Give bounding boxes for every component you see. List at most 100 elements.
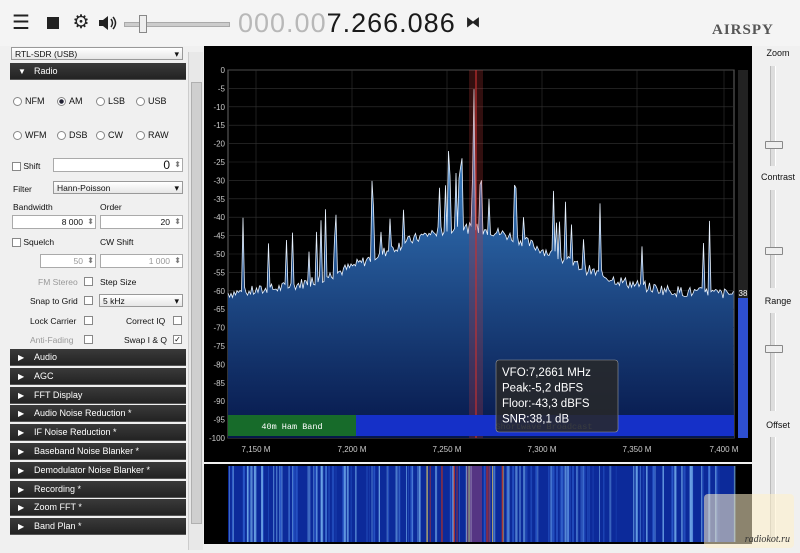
center-frequency-icon[interactable]: ⧓ bbox=[462, 12, 484, 34]
section-header-6[interactable]: ▶ Demodulator Noise Blanker * bbox=[10, 461, 186, 479]
mode-raw[interactable]: RAW bbox=[136, 130, 169, 141]
section-header-8[interactable]: ▶ Zoom FFT * bbox=[10, 499, 186, 517]
frequency-leading-digits: 000.00 bbox=[238, 8, 327, 38]
section-header-2[interactable]: ▶ FFT Display bbox=[10, 386, 186, 404]
y-tick-label: -30 bbox=[213, 176, 225, 185]
waterfall-signal-line bbox=[609, 466, 612, 542]
x-tick-label: 7,350 M bbox=[623, 445, 652, 454]
mode-usb[interactable]: USB bbox=[136, 96, 167, 107]
volume-slider[interactable] bbox=[124, 15, 230, 33]
section-header-label: IF Noise Reduction * bbox=[34, 427, 117, 438]
waterfall-signal-line bbox=[378, 466, 380, 542]
swap-iq-checkbox[interactable]: ✓ bbox=[173, 335, 182, 344]
filter-select[interactable]: Hann-Poisson bbox=[53, 181, 183, 195]
waterfall-signal-line bbox=[250, 466, 253, 542]
waterfall-signal-line bbox=[388, 466, 390, 542]
section-header-5[interactable]: ▶ Baseband Noise Blanker * bbox=[10, 443, 186, 460]
spectrum-analyzer[interactable]: 0 -5 -10 -15 -20 -25 -30 -35 -40 -45 -50 -55 -60 -65 -… bbox=[204, 46, 752, 462]
anti-fading-checkbox[interactable] bbox=[84, 335, 93, 344]
step-size-select[interactable]: 5 kHz bbox=[99, 294, 183, 308]
mode-wfm[interactable]: WFM bbox=[13, 130, 47, 141]
section-header-0[interactable]: ▶ Audio bbox=[10, 349, 186, 366]
waterfall-signal-line bbox=[519, 466, 521, 542]
contrast-label: Contrast bbox=[760, 172, 795, 182]
waterfall-signal-line bbox=[410, 466, 412, 542]
section-header-3[interactable]: ▶ Audio Noise Reduction * bbox=[10, 405, 186, 423]
section-header-label: Audio Noise Reduction * bbox=[34, 408, 132, 419]
radio-section-header[interactable]: ▼ Radio bbox=[10, 63, 186, 80]
x-tick-label: 7,250 M bbox=[433, 445, 462, 454]
waterfall-signal-line bbox=[429, 466, 431, 542]
waterfall-signal-line bbox=[426, 466, 428, 542]
waterfall-signal-line bbox=[368, 466, 370, 542]
order-input[interactable]: 20 bbox=[100, 215, 183, 229]
gear-icon[interactable]: ⚙ bbox=[70, 12, 92, 34]
airspy-logo: AIRSPY bbox=[712, 22, 774, 38]
shift-checkbox[interactable]: Shift bbox=[12, 161, 40, 171]
mode-am[interactable]: AM bbox=[57, 96, 83, 107]
shift-input[interactable]: 0 bbox=[53, 158, 183, 172]
waterfall-signal-line bbox=[229, 466, 230, 542]
mode-nfm[interactable]: NFM bbox=[13, 96, 45, 107]
waterfall-svg bbox=[228, 466, 736, 542]
mode-cw[interactable]: CW bbox=[96, 130, 123, 141]
waterfall-signal-line bbox=[328, 466, 330, 542]
squelch-checkbox[interactable]: Squelch bbox=[12, 237, 54, 247]
waterfall-signal-line bbox=[435, 466, 438, 542]
section-header-9[interactable]: ▶ Band Plan * bbox=[10, 518, 186, 536]
waterfall-signal-line bbox=[483, 466, 486, 542]
waterfall-signal-line bbox=[530, 466, 533, 542]
bandwidth-input[interactable]: 8 000 bbox=[12, 215, 96, 229]
panel-scrollbar[interactable] bbox=[188, 52, 203, 550]
waterfall-signal-line bbox=[296, 466, 298, 542]
zoom-slider[interactable] bbox=[770, 66, 776, 166]
cw-shift-input[interactable]: 1 000 bbox=[100, 254, 183, 268]
waterfall-signal-line bbox=[576, 466, 579, 542]
stop-icon[interactable] bbox=[42, 12, 64, 34]
speaker-icon[interactable] bbox=[96, 12, 118, 34]
range-slider[interactable] bbox=[770, 313, 776, 411]
fm-stereo-checkbox[interactable] bbox=[84, 277, 93, 286]
frequency-display[interactable]: 000.007.266.086 bbox=[238, 8, 456, 39]
range-thumb[interactable] bbox=[765, 345, 783, 353]
y-tick-label: -5 bbox=[218, 84, 226, 93]
section-header-4[interactable]: ▶ IF Noise Reduction * bbox=[10, 424, 186, 442]
y-tick-label: -15 bbox=[213, 121, 225, 130]
waterfall-signal-line bbox=[683, 466, 686, 542]
spectrum-svg: 0 -5 -10 -15 -20 -25 -30 -35 -40 -45 -50 -55 -60 -65 -… bbox=[209, 66, 748, 454]
volume-thumb[interactable] bbox=[139, 15, 147, 33]
waterfall-signal-line bbox=[572, 466, 574, 542]
info-snr: SNR:38,1 dB bbox=[502, 414, 569, 426]
correct-iq-checkbox[interactable] bbox=[173, 316, 182, 325]
section-header-label: Baseband Noise Blanker * bbox=[34, 446, 140, 456]
waterfall-display[interactable] bbox=[204, 464, 752, 544]
waterfall-signal-line bbox=[535, 466, 538, 542]
section-header-label: Audio bbox=[34, 352, 58, 362]
info-floor: Floor:-43,3 dBFS bbox=[502, 398, 590, 410]
mode-dsb[interactable]: DSB bbox=[57, 130, 88, 141]
waterfall-signal-line bbox=[603, 466, 605, 542]
expand-arrow-icon: ▶ bbox=[18, 503, 25, 513]
order-label: Order bbox=[100, 202, 122, 212]
x-tick-label: 7,200 M bbox=[338, 445, 367, 454]
contrast-slider[interactable] bbox=[770, 190, 776, 288]
waterfall-signal-line bbox=[515, 466, 518, 542]
contrast-thumb[interactable] bbox=[765, 247, 783, 255]
waterfall-signal-line bbox=[313, 466, 315, 542]
step-size-label: Step Size bbox=[100, 277, 137, 287]
zoom-thumb[interactable] bbox=[765, 141, 783, 149]
expand-arrow-icon: ▶ bbox=[18, 409, 25, 419]
expand-arrow-icon: ▶ bbox=[18, 447, 25, 456]
expand-arrow-icon: ▶ bbox=[18, 484, 25, 494]
waterfall-signal-line bbox=[332, 466, 335, 542]
section-header-1[interactable]: ▶ AGC bbox=[10, 367, 186, 385]
section-header-label: FFT Display bbox=[34, 389, 83, 400]
lock-carrier-checkbox[interactable] bbox=[84, 316, 93, 325]
snap-to-grid-checkbox[interactable] bbox=[84, 296, 93, 305]
scrollbar-thumb[interactable] bbox=[191, 82, 202, 524]
mode-lsb[interactable]: LSB bbox=[96, 96, 125, 107]
section-header-7[interactable]: ▶ Recording * bbox=[10, 480, 186, 498]
squelch-input[interactable]: 50 bbox=[40, 254, 96, 268]
menu-icon[interactable]: ☰ bbox=[10, 12, 32, 34]
source-select[interactable]: RTL-SDR (USB) bbox=[11, 47, 183, 61]
